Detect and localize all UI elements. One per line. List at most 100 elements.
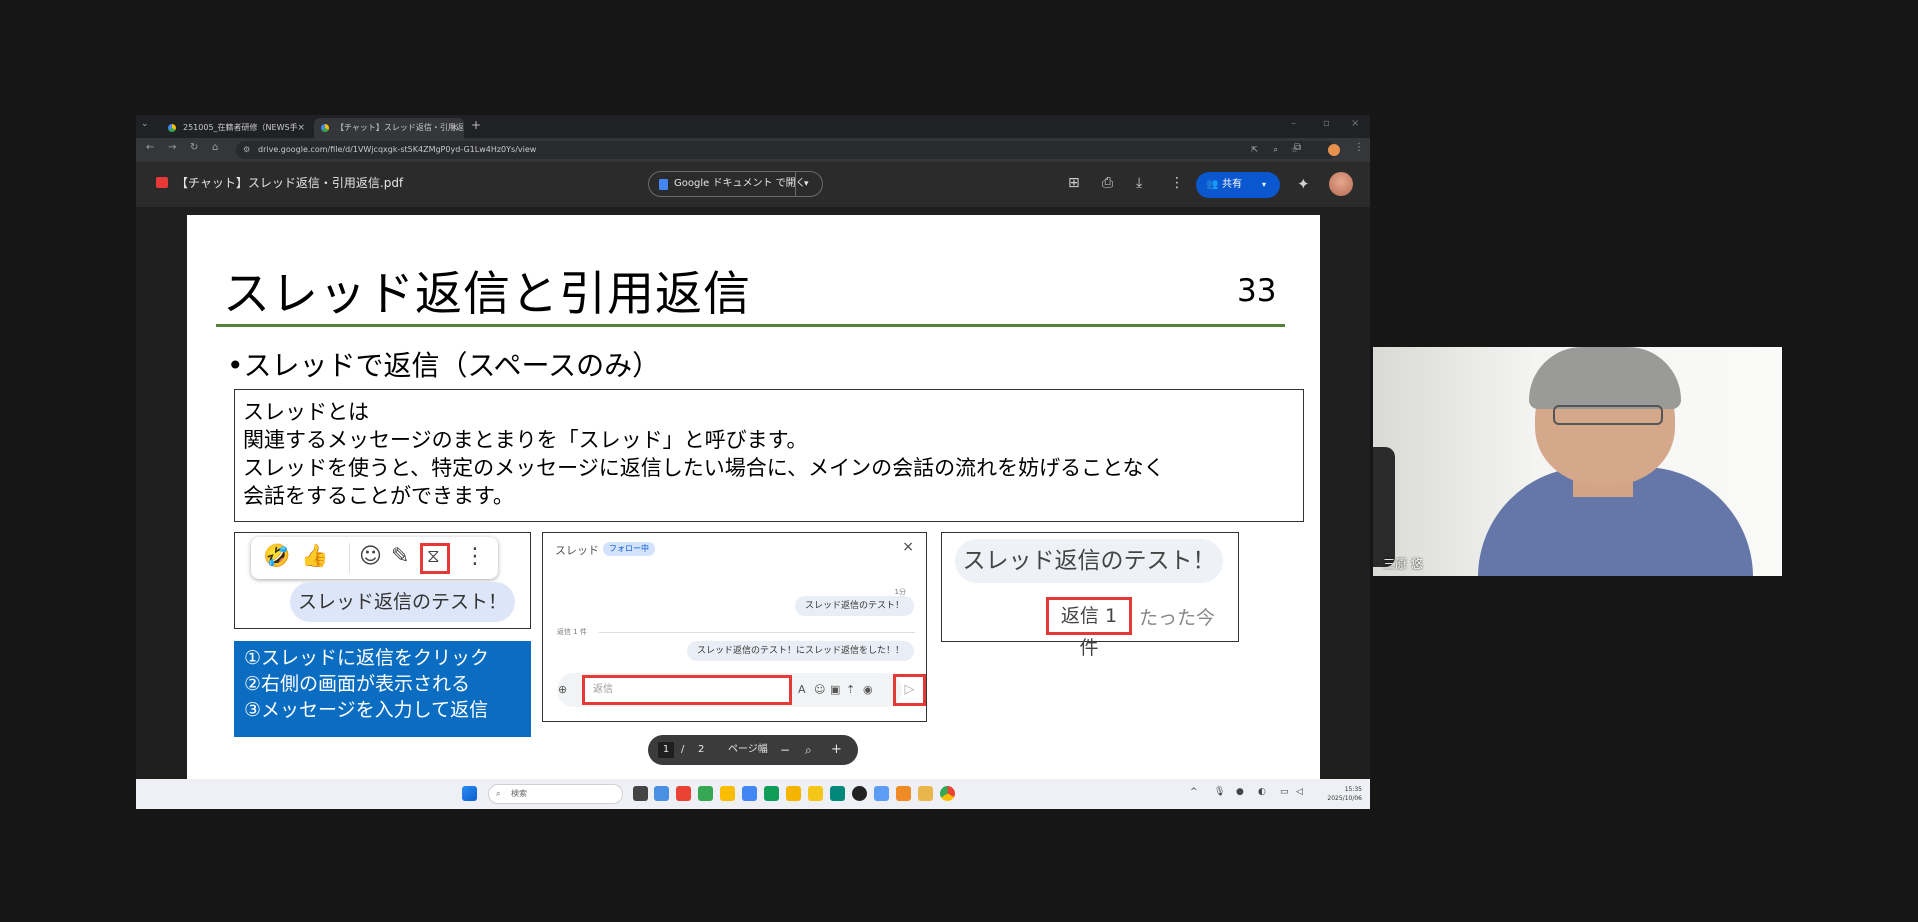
docs-icon[interactable] (742, 786, 757, 801)
zoom-in-icon[interactable]: + (831, 735, 842, 765)
gemini-spark-icon[interactable]: ✦ (1297, 175, 1310, 193)
add-comment-icon[interactable]: ⊞ (1068, 175, 1080, 191)
site-info-icon[interactable]: ⚙ (243, 141, 250, 159)
send-button-highlight: ▷ (893, 674, 926, 706)
file-explorer-icon[interactable] (918, 786, 933, 801)
page-controls: 1 / 2 ページ幅 − ⌕ + (648, 735, 858, 765)
browser-tab-bar: ⌄ 251005_在籍者研修（NEWS手 × 【チャット】スレッド返信・引用返信… (136, 115, 1370, 138)
chrome-icon[interactable] (940, 786, 955, 801)
windows-start-icon[interactable] (462, 786, 477, 801)
home-icon[interactable]: ⌂ (212, 142, 218, 153)
more-actions-icon[interactable]: ⋮ (1170, 175, 1184, 191)
tray-sync-icon[interactable]: ◐ (1258, 787, 1266, 797)
gmail-icon[interactable] (676, 786, 691, 801)
page-total: 2 (698, 744, 705, 755)
browser-menu-icon[interactable]: ⋮ (1354, 142, 1364, 153)
address-bar: ← → ↻ ⌂ ⚙ drive.google.com/file/d/1VWjcq… (136, 138, 1370, 162)
chevron-down-icon[interactable]: ▾ (804, 172, 809, 196)
participant-name: 三原 悠 (1383, 557, 1423, 571)
app-icon[interactable] (852, 786, 867, 801)
url-text: drive.google.com/file/d/1VWjcqxgk-st5K4Z… (258, 145, 537, 154)
slides-icon[interactable] (786, 786, 801, 801)
chevron-down-icon[interactable]: ▾ (1262, 172, 1266, 198)
download-icon[interactable]: ⤓ (1136, 175, 1142, 191)
tab-label: 251005_在籍者研修（NEWS手 (183, 123, 298, 132)
close-tab-icon[interactable]: × (297, 118, 305, 138)
thread-panel-mockup: スレッド フォロー中 × 1分 スレッド返信のテスト！ 返信 1 件 スレッド返… (542, 532, 927, 722)
sheets-icon[interactable] (764, 786, 779, 801)
clock-time: 15:35 (1344, 786, 1362, 793)
reload-icon[interactable]: ↻ (190, 142, 198, 153)
tab-chat-pdf[interactable]: 【チャット】スレッド返信・引用返信 × (314, 118, 464, 138)
page-number-input[interactable]: 1 (658, 742, 674, 758)
search-placeholder: 検索 (511, 789, 527, 798)
account-avatar[interactable] (1329, 172, 1353, 196)
zoom-magnifier-icon[interactable]: ⌕ (805, 735, 812, 765)
slide-page-number: 33 (1237, 273, 1277, 309)
widgets-icon[interactable] (654, 786, 669, 801)
replies-count-label: 返信 1 件 (557, 628, 587, 636)
chat-icon[interactable] (698, 786, 713, 801)
tray-app-icon[interactable]: ● (1236, 787, 1244, 797)
divider (795, 172, 796, 196)
definition-line: スレッドを使うと、特定のメッセージに返信したい場合に、メインの会話の流れを妨げる… (243, 456, 1165, 480)
message-bubble: スレッド返信のテスト！ (290, 582, 515, 622)
task-view-icon[interactable] (633, 786, 648, 801)
drive-icon[interactable] (720, 786, 735, 801)
keep-icon[interactable] (808, 786, 823, 801)
minimize-icon[interactable]: – (1291, 118, 1296, 129)
definition-line: スレッドとは (243, 400, 369, 424)
definition-line: 会話をすることができます。 (243, 484, 514, 508)
zoom-icon[interactable]: ⌕ (1274, 141, 1278, 159)
taskbar-search[interactable]: ⌕ 検索 (488, 784, 623, 804)
close-tab-icon[interactable]: × (450, 118, 458, 138)
back-icon[interactable]: ← (146, 142, 154, 153)
reply-time: たった今 (1139, 607, 1216, 629)
people-icon: 👥 (1206, 179, 1219, 190)
forward-icon[interactable]: → (168, 142, 176, 153)
tab-training[interactable]: 251005_在籍者研修（NEWS手 × (161, 118, 311, 138)
send-icon: ▷ (904, 682, 915, 697)
message-hover-mockup: 🤣 👍 ☺ ✎ ⧖ ⋮ スレッド返信のテスト！ (234, 532, 531, 629)
step-2: ②右側の画面が表示される (244, 673, 471, 695)
network-icon[interactable]: ▭ (1280, 787, 1289, 797)
reply-input-field: 返信 (582, 675, 792, 705)
thread-reply-message: スレッド返信のテスト！にスレッド返信をした！！ (686, 641, 914, 661)
zoom-out-icon[interactable]: − (780, 735, 790, 765)
meet-icon[interactable] (830, 786, 845, 801)
gemini-icon[interactable] (874, 786, 889, 801)
open-external-icon[interactable]: ⇱ (1251, 141, 1258, 159)
volume-icon[interactable]: ◁ (1296, 787, 1303, 797)
taskbar-clock[interactable]: 15:35 2025/10/06 (1318, 785, 1362, 803)
windows-taskbar: ⌕ 検索 ^ 🎙 ● ◐ ▭ ◁ 15:35 2025/10/06 (136, 779, 1370, 809)
highlight-box (420, 543, 450, 574)
steps-box: ①スレッドに返信をクリック ②右側の画面が表示される ③メッセージを入力して返信 (234, 641, 531, 737)
profile-icon[interactable] (1328, 144, 1340, 156)
print-icon[interactable]: ⎙ (1102, 175, 1113, 191)
extensions-icon[interactable]: ⧉ (1294, 142, 1301, 153)
definition-line: 関連するメッセージのまとまりを「スレッド」と呼びます。 (243, 428, 808, 452)
drive-favicon-icon (321, 124, 329, 132)
format-text-icon: A (798, 683, 806, 696)
tab-search-icon[interactable]: ⌄ (141, 119, 149, 129)
photos-icon[interactable] (896, 786, 911, 801)
add-reaction-icon: ☺ (359, 544, 382, 569)
url-field[interactable]: ⚙ drive.google.com/file/d/1VWjcqxgk-st5K… (236, 141, 1336, 159)
edit-pencil-icon: ✎ (391, 544, 410, 569)
new-tab-icon[interactable]: + (471, 118, 481, 132)
page-separator: / (681, 744, 685, 755)
close-window-icon[interactable]: × (1351, 118, 1359, 129)
tray-overflow-icon[interactable]: ^ (1190, 787, 1198, 797)
rofl-emoji-icon: 🤣 (263, 544, 291, 569)
fit-page-width-button[interactable]: ページ幅 (728, 735, 768, 765)
search-icon: ⌕ (496, 789, 501, 798)
open-with-google-docs-button[interactable]: Google ドキュメント で開く ▾ (648, 171, 823, 197)
maximize-icon[interactable]: ▫ (1323, 118, 1330, 129)
share-button[interactable]: 👥 共有 ▾ (1196, 172, 1280, 198)
google-docs-icon (659, 179, 668, 190)
title-underline (216, 324, 1285, 327)
upload-icon: ⇡ (846, 683, 856, 696)
thumbs-up-emoji-icon: 👍 (301, 544, 329, 569)
mic-icon[interactable]: 🎙 (1214, 787, 1225, 797)
shared-screen: ⌄ 251005_在籍者研修（NEWS手 × 【チャット】スレッド返信・引用返信… (136, 115, 1370, 809)
